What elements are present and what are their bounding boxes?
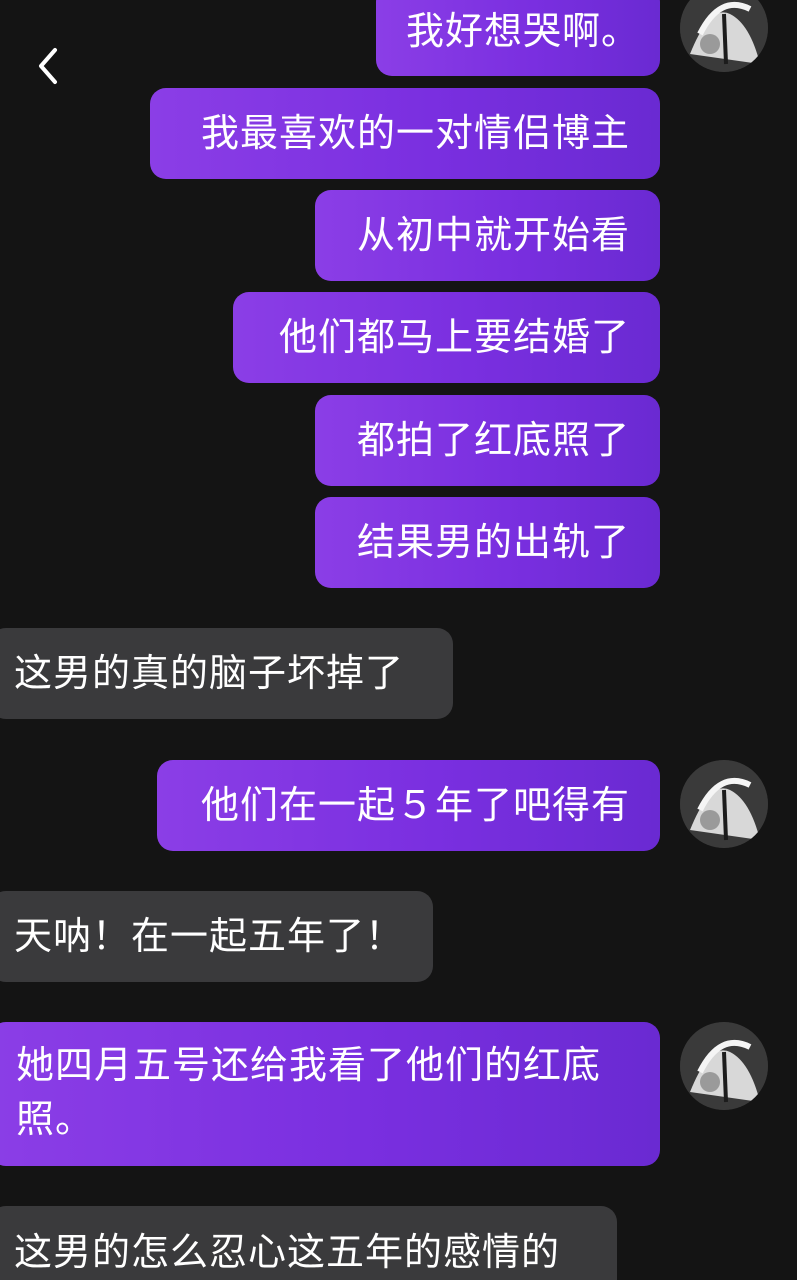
message-text: 我最喜欢的一对情侣博主 xyxy=(200,111,630,155)
message-text: 从初中就开始看 xyxy=(356,213,630,257)
message-bubble-outgoing[interactable]: 他们在一起５年了吧得有 xyxy=(157,760,660,851)
message-bubble-outgoing[interactable]: 都拍了红底照了 xyxy=(315,395,660,486)
message-text: 天呐！在一起五年了！ xyxy=(14,914,405,958)
message-bubble-incoming[interactable]: 这男的真的脑子坏掉了 xyxy=(0,628,453,719)
message-text: 她四月五号还给我看了他们的红底照。 xyxy=(16,1043,602,1141)
message-bubble-outgoing[interactable]: 他们都马上要结婚了 xyxy=(233,292,660,383)
message-bubble-outgoing[interactable]: 我最喜欢的一对情侣博主 xyxy=(150,88,660,179)
message-text: 这男的真的脑子坏掉了 xyxy=(14,651,405,695)
message-text: 他们都马上要结婚了 xyxy=(278,315,630,359)
message-bubble-incoming[interactable]: 天呐！在一起五年了！ xyxy=(0,891,433,982)
chevron-left-icon xyxy=(39,48,57,84)
avatar[interactable] xyxy=(680,760,768,848)
back-button[interactable] xyxy=(24,40,72,92)
message-text: 他们在一起５年了吧得有 xyxy=(200,783,630,827)
chat-screen: 我好想哭啊。 我最喜欢的一对情侣博主 从初中就开始看 他们都马上要结婚了 都拍了… xyxy=(0,0,797,1280)
avatar-image xyxy=(680,0,768,72)
message-text: 结果男的出轨了 xyxy=(356,520,630,564)
message-text: 我好想哭啊。 xyxy=(406,9,641,53)
avatar[interactable] xyxy=(680,1022,768,1110)
message-text: 都拍了红底照了 xyxy=(356,418,630,462)
message-bubble-incoming[interactable]: 这男的怎么忍心这五年的感情的 xyxy=(0,1206,617,1280)
message-bubble-outgoing[interactable]: 我好想哭啊。 xyxy=(376,0,660,76)
avatar-image xyxy=(680,1022,768,1110)
message-bubble-outgoing[interactable]: 她四月五号还给我看了他们的红底照。 xyxy=(0,1022,660,1166)
avatar-image xyxy=(680,760,768,848)
avatar[interactable] xyxy=(680,0,768,72)
message-bubble-outgoing[interactable]: 结果男的出轨了 xyxy=(315,497,660,588)
message-bubble-outgoing[interactable]: 从初中就开始看 xyxy=(315,190,660,281)
message-text: 这男的怎么忍心这五年的感情的 xyxy=(14,1230,561,1274)
